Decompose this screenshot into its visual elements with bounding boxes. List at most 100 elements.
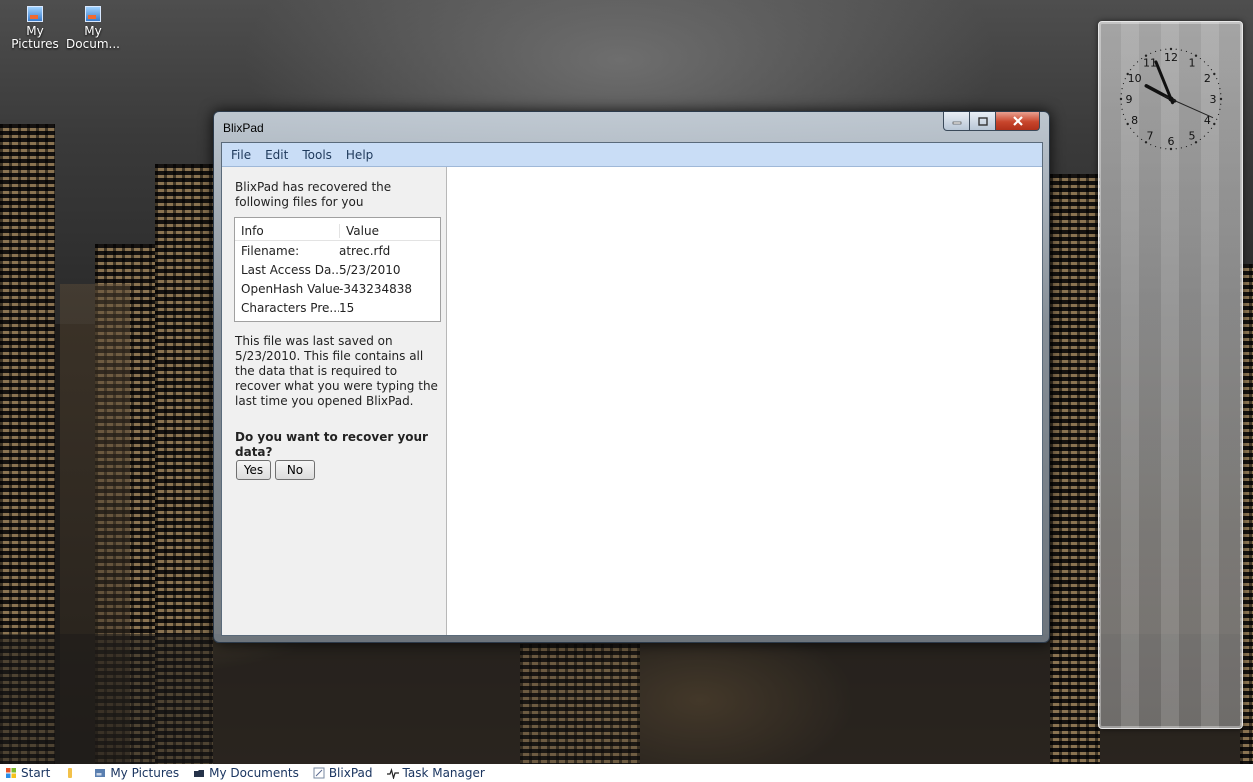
wallpaper-building bbox=[1050, 174, 1100, 764]
desktop-icon-my-pictures[interactable]: My Pictures bbox=[3, 6, 67, 51]
text-editor-area[interactable] bbox=[447, 167, 1042, 635]
desktop-icon-my-documents[interactable]: My Docum... bbox=[61, 6, 125, 51]
maximize-icon bbox=[977, 116, 988, 126]
clock-tick bbox=[1185, 50, 1188, 53]
maximize-button[interactable] bbox=[969, 112, 996, 131]
minimize-button[interactable] bbox=[943, 112, 970, 131]
clock-tick bbox=[1180, 49, 1182, 51]
recovery-panel: BlixPad has recovered the following file… bbox=[222, 167, 447, 635]
pictures-icon bbox=[95, 769, 106, 777]
table-cell-value: atrec.rfd bbox=[339, 243, 391, 258]
table-row[interactable]: Characters Pre... 15 bbox=[235, 298, 440, 317]
clock-tick bbox=[1207, 131, 1209, 134]
table-cell-info: Last Access Da... bbox=[241, 262, 339, 277]
table-cell-info: Filename: bbox=[241, 243, 300, 258]
recovery-intro-text: BlixPad has recovered the following file… bbox=[235, 180, 392, 209]
close-icon bbox=[1012, 116, 1023, 126]
menu-file[interactable]: File bbox=[222, 148, 258, 162]
taskbar-item-blixpad[interactable]: BlixPad bbox=[313, 766, 373, 780]
clock-tick bbox=[1169, 147, 1173, 151]
clock-tick bbox=[1185, 145, 1188, 148]
table-header-row: Info Value bbox=[235, 221, 440, 241]
clock-tick bbox=[1124, 78, 1126, 80]
clock-tick bbox=[1165, 48, 1167, 50]
clock-tick bbox=[1121, 108, 1123, 110]
taskbar-item-task-manager[interactable]: Task Manager bbox=[386, 766, 485, 780]
start-label: Start bbox=[21, 766, 51, 780]
clock-tick bbox=[1217, 82, 1220, 85]
table-row[interactable]: OpenHash Value: -343234838 bbox=[235, 279, 440, 298]
clock-tick bbox=[1213, 72, 1216, 76]
clock-tick bbox=[1133, 64, 1135, 67]
taskbar-item-my-pictures[interactable]: My Pictures bbox=[94, 766, 179, 780]
clock-tick bbox=[1141, 138, 1143, 141]
clock-numeral: 12 bbox=[1164, 51, 1178, 64]
clock-tick bbox=[1217, 113, 1220, 116]
menu-bar: File Edit Tools Help bbox=[222, 143, 1042, 167]
clock-tick bbox=[1160, 49, 1162, 51]
clock-tick bbox=[1126, 122, 1129, 126]
close-button[interactable] bbox=[995, 112, 1040, 131]
table-cell-info: Characters Pre... bbox=[241, 300, 339, 315]
clock-tick bbox=[1219, 108, 1221, 110]
yes-button[interactable]: Yes bbox=[236, 460, 271, 480]
taskbar-item-my-documents[interactable]: My Documents bbox=[193, 766, 299, 780]
clock-tick bbox=[1216, 78, 1218, 80]
last-saved-text: This file was last saved on 5/23/2010. T… bbox=[235, 334, 438, 408]
clock-tick bbox=[1133, 131, 1135, 134]
taskbar-item-label: My Documents bbox=[209, 766, 299, 780]
menu-help[interactable]: Help bbox=[339, 148, 380, 162]
clock-tick bbox=[1207, 64, 1209, 67]
table-cell-value: 5/23/2010 bbox=[339, 262, 401, 277]
clock-tick bbox=[1154, 50, 1157, 53]
taskbar: Start My Pictures My Documents BlixPad T… bbox=[0, 764, 1253, 782]
clock-numeral: 7 bbox=[1147, 129, 1154, 142]
recover-question: Do you want to recover your data? bbox=[235, 430, 428, 459]
table-cell-value: -343234838 bbox=[339, 281, 413, 296]
start-orb-icon bbox=[6, 768, 16, 778]
column-header-info[interactable]: Info bbox=[235, 223, 340, 238]
blixpad-window[interactable]: BlixPad File Edit Tools Help BlixPad has… bbox=[213, 111, 1050, 643]
clock-tick bbox=[1121, 88, 1123, 90]
clock-tick bbox=[1210, 69, 1213, 71]
column-header-value[interactable]: Value bbox=[340, 224, 440, 238]
no-button[interactable]: No bbox=[275, 460, 315, 480]
clock-tick bbox=[1190, 52, 1192, 54]
clock-tick bbox=[1119, 97, 1123, 101]
clock-tick bbox=[1150, 144, 1152, 146]
quick-launch-button[interactable] bbox=[64, 767, 80, 779]
clock-numeral: 5 bbox=[1189, 129, 1196, 142]
table-cell-value: 15 bbox=[339, 300, 355, 315]
clock-tick bbox=[1199, 57, 1201, 60]
clock-tick bbox=[1122, 82, 1125, 85]
clock-tick bbox=[1190, 144, 1192, 146]
window-title: BlixPad bbox=[223, 121, 264, 135]
clock-tick bbox=[1216, 118, 1218, 120]
minimize-icon bbox=[952, 121, 961, 125]
clock-tick bbox=[1120, 103, 1122, 105]
clock-tick bbox=[1122, 113, 1125, 116]
task-manager-icon bbox=[386, 767, 399, 779]
start-button[interactable]: Start bbox=[5, 766, 50, 780]
taskbar-item-label: Task Manager bbox=[402, 766, 485, 780]
clock-tick bbox=[1136, 61, 1139, 63]
clock-tick bbox=[1203, 61, 1206, 63]
menu-edit[interactable]: Edit bbox=[258, 148, 295, 162]
clock-numeral: 8 bbox=[1131, 114, 1138, 127]
table-cell-info: OpenHash Value: bbox=[241, 281, 339, 296]
clock-tick bbox=[1129, 127, 1132, 129]
menu-tools[interactable]: Tools bbox=[295, 148, 339, 162]
clock-tick bbox=[1129, 69, 1132, 71]
desktop-icon-label: Docum... bbox=[66, 37, 120, 51]
clock-numeral: 10 bbox=[1128, 72, 1142, 85]
clock-gadget[interactable]: 12 1 2 3 4 5 6 7 8 9 10 11 bbox=[1098, 21, 1243, 729]
clock-tick bbox=[1220, 93, 1222, 95]
table-row[interactable]: Filename: atrec.rfd bbox=[235, 241, 440, 260]
clock-tick bbox=[1203, 135, 1206, 137]
clock-tick bbox=[1120, 93, 1122, 95]
blixpad-icon bbox=[313, 767, 325, 779]
clock-tick bbox=[1213, 122, 1216, 126]
clock-tick bbox=[1124, 118, 1126, 120]
table-row[interactable]: Last Access Da... 5/23/2010 bbox=[235, 260, 440, 279]
clock-tick bbox=[1219, 97, 1223, 101]
